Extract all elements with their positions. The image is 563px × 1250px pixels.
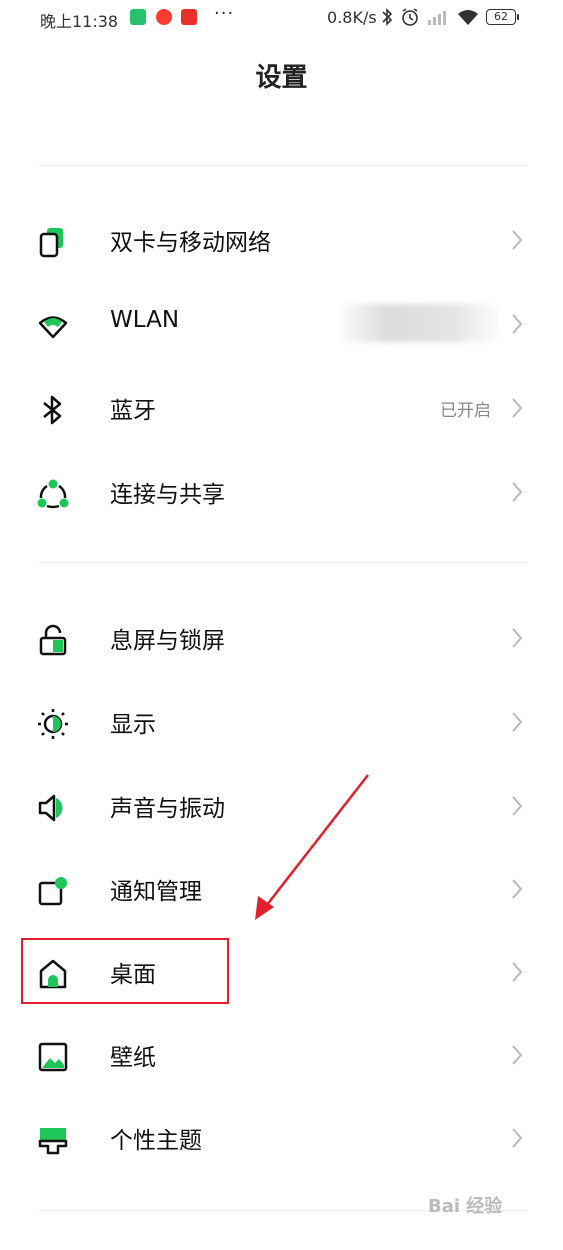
settings-item-label: 连接与共享: [110, 482, 225, 508]
divider: [37, 165, 526, 166]
settings-item-label: 双卡与移动网络: [110, 230, 271, 256]
chevron-right-icon: [512, 1128, 523, 1148]
page-title: 设置: [255, 63, 308, 93]
chevron-right-icon: [512, 628, 523, 648]
settings-item-connection-sharing[interactable]: 连接与共享: [0, 450, 563, 534]
settings-item-label: 蓝牙: [110, 398, 156, 424]
settings-item-notifications[interactable]: 通知管理: [0, 847, 563, 931]
signal-icon: [428, 11, 446, 25]
settings-item-display[interactable]: 显示: [0, 680, 563, 764]
chevron-right-icon: [512, 796, 523, 816]
settings-item-label: 通知管理: [110, 879, 202, 905]
bluetooth-icon: [43, 395, 62, 425]
settings-item-wlan[interactable]: WLAN: [0, 282, 563, 366]
settings-item-dual-sim[interactable]: 双卡与移动网络: [0, 198, 563, 282]
chevron-right-icon: [512, 879, 523, 899]
settings-item-label: WLAN: [110, 307, 180, 333]
status-time: 晚上11:38: [40, 12, 119, 31]
divider: [37, 562, 526, 563]
wlan-network-name-redacted: [340, 304, 500, 342]
theme-icon: [38, 1128, 68, 1155]
chevron-right-icon: [512, 962, 523, 982]
wifi-icon: [38, 316, 68, 339]
bluetooth-status: 已开启: [440, 401, 491, 421]
settings-item-label: 个性主题: [110, 1128, 202, 1154]
chevron-right-icon: [512, 314, 523, 334]
app-icon-red-play: [156, 9, 172, 25]
settings-item-label: 显示: [110, 712, 156, 738]
brightness-icon: [38, 709, 68, 739]
share-icon: [37, 479, 69, 509]
lock-icon: [39, 624, 67, 656]
settings-item-themes[interactable]: 个性主题: [0, 1096, 563, 1180]
wifi-icon: [458, 10, 478, 25]
network-speed: 0.8K/s: [327, 8, 377, 27]
settings-item-bluetooth[interactable]: 蓝牙 已开启: [0, 366, 563, 450]
status-bar: 晚上11:38 ··· 0.8K/s 62: [0, 0, 563, 36]
highlight-box: [21, 938, 229, 1004]
settings-item-label: 壁纸: [110, 1045, 156, 1071]
settings-item-sound-vibration[interactable]: 声音与振动: [0, 764, 563, 848]
watermark: Bai 经验: [428, 1196, 503, 1217]
chevron-right-icon: [512, 1045, 523, 1065]
sim-card-icon: [39, 228, 63, 258]
settings-item-label: 息屏与锁屏: [110, 628, 225, 654]
chevron-right-icon: [512, 398, 523, 418]
wallpaper-icon: [38, 1042, 68, 1072]
app-icon-green: [130, 9, 146, 25]
battery-icon: 62: [486, 9, 519, 25]
bluetooth-icon: [382, 8, 393, 26]
chevron-right-icon: [512, 482, 523, 502]
alarm-icon: [402, 8, 418, 26]
app-icon-red-news: [181, 9, 197, 25]
notification-icon: [38, 877, 67, 906]
settings-item-lock-screen[interactable]: 息屏与锁屏: [0, 596, 563, 680]
chevron-right-icon: [512, 230, 523, 250]
speaker-icon: [38, 794, 63, 822]
settings-item-label: 声音与振动: [110, 796, 225, 822]
settings-item-wallpaper[interactable]: 壁纸: [0, 1013, 563, 1097]
more-notifications-icon: ···: [214, 3, 235, 24]
chevron-right-icon: [512, 712, 523, 732]
